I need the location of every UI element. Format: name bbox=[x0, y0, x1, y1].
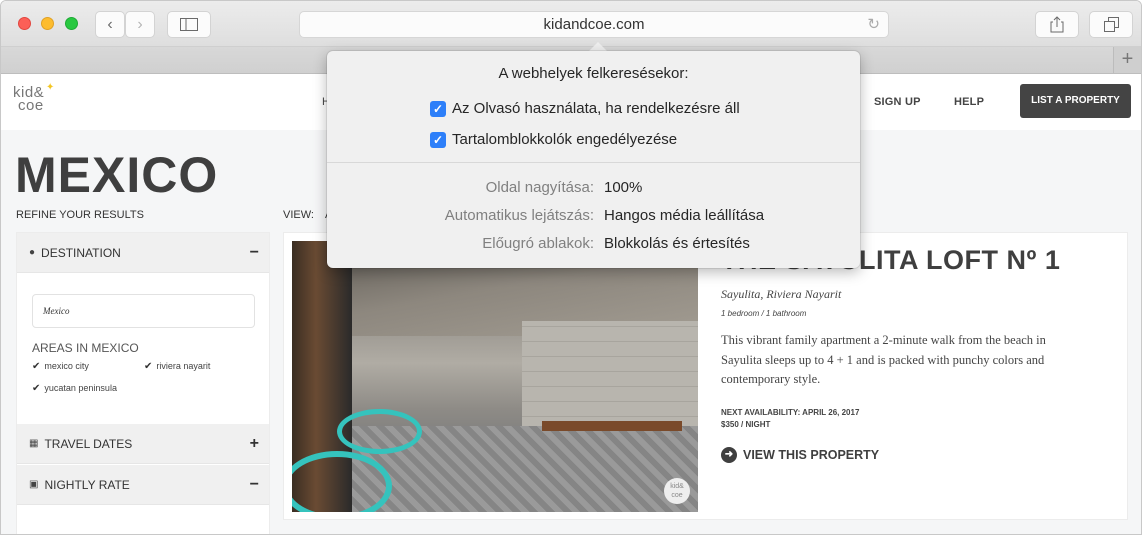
areas-title: AREAS IN MEXICO bbox=[32, 341, 139, 355]
popups-select[interactable]: Blokkolás és értesítés bbox=[604, 235, 750, 252]
reload-icon[interactable]: ↻ bbox=[867, 12, 880, 37]
view-property-label: VIEW THIS PROPERTY bbox=[743, 448, 880, 462]
minimize-window-button[interactable] bbox=[41, 17, 54, 30]
price-text: $350 / NIGHT bbox=[721, 420, 771, 429]
arrow-right-circle-icon: ➜ bbox=[721, 447, 737, 463]
view-label: VIEW: A bbox=[283, 209, 332, 221]
nightly-rate-section-header[interactable]: ▣ NIGHTLY RATE − bbox=[17, 465, 269, 505]
nav-sign-up[interactable]: SIGN UP bbox=[874, 96, 921, 108]
url-text: kidandcoe.com bbox=[543, 16, 645, 33]
page-title: MEXICO bbox=[15, 147, 219, 203]
travel-dates-label: TRAVEL DATES bbox=[44, 436, 133, 451]
photo-chair bbox=[337, 409, 422, 454]
popups-label: Előugró ablakok: bbox=[482, 235, 594, 252]
autoplay-row: Automatikus lejátszás: Hangos média leál… bbox=[327, 207, 860, 227]
calendar-icon: ▦ bbox=[29, 438, 39, 449]
refine-results-label: REFINE YOUR RESULTS bbox=[16, 209, 144, 221]
money-icon: ▣ bbox=[29, 479, 39, 490]
checkmark-icon: ✔ bbox=[32, 383, 41, 394]
autoplay-select[interactable]: Hangos média leállítása bbox=[604, 207, 764, 224]
area-checkbox-yucatan-peninsula[interactable]: ✔ yucatan peninsula bbox=[32, 383, 117, 394]
collapse-icon[interactable]: − bbox=[250, 476, 259, 494]
nav-help[interactable]: HELP bbox=[954, 96, 984, 108]
popover-divider bbox=[327, 162, 860, 163]
area-label: yucatan peninsula bbox=[44, 383, 117, 393]
nightly-rate-label: NIGHTLY RATE bbox=[44, 477, 130, 492]
chevron-left-icon: ‹ bbox=[107, 15, 113, 33]
autoplay-label: Automatikus lejátszás: bbox=[444, 207, 594, 224]
travel-dates-section-header[interactable]: ▦ TRAVEL DATES + bbox=[17, 424, 269, 464]
availability-text: NEXT AVAILABILITY: APRIL 26, 2017 bbox=[721, 408, 860, 417]
area-label: riviera nayarit bbox=[156, 361, 211, 371]
address-bar[interactable]: kidandcoe.com ↻ bbox=[299, 11, 889, 38]
zoom-window-button[interactable] bbox=[65, 17, 78, 30]
content-blockers-checkbox-row[interactable]: ✓ Tartalomblokkolók engedélyezése bbox=[430, 131, 677, 148]
view-property-link[interactable]: ➜ VIEW THIS PROPERTY bbox=[721, 447, 879, 463]
checkbox-checked-icon[interactable]: ✓ bbox=[430, 100, 446, 117]
browser-window: ‹ › kidandcoe.com ↻ + kid& coe ✦ H SIGN … bbox=[0, 0, 1142, 535]
area-label: mexico city bbox=[44, 361, 89, 371]
share-icon bbox=[1050, 16, 1064, 33]
listing-description: This vibrant family apartment a 2-minute… bbox=[721, 333, 1046, 386]
photo-wall bbox=[522, 321, 698, 431]
close-window-button[interactable] bbox=[18, 17, 31, 30]
listing-rooms: 1 bedroom / 1 bathroom bbox=[721, 309, 807, 318]
destination-label: DESTINATION bbox=[41, 245, 121, 260]
browser-toolbar: ‹ › kidandcoe.com ↻ bbox=[1, 1, 1141, 47]
back-button[interactable]: ‹ bbox=[95, 11, 125, 38]
reader-checkbox-label: Az Olvasó használata, ha rendelkezésre á… bbox=[452, 100, 740, 117]
share-button[interactable] bbox=[1035, 11, 1079, 38]
popups-row: Előugró ablakok: Blokkolás és értesítés bbox=[327, 235, 860, 255]
page-zoom-label: Oldal nagyítása: bbox=[485, 179, 594, 196]
photo-bench bbox=[542, 421, 682, 431]
checkmark-icon: ✔ bbox=[144, 361, 153, 372]
checkmark-icon: ✔ bbox=[32, 361, 41, 372]
collapse-icon[interactable]: − bbox=[250, 244, 259, 262]
popover-title: A webhelyek felkeresésekor: bbox=[498, 65, 689, 82]
listing-location: Sayulita, Riviera Nayarit bbox=[721, 287, 842, 301]
site-logo[interactable]: kid& coe ✦ bbox=[13, 82, 54, 114]
listing-photo[interactable]: kid& coe bbox=[292, 241, 698, 512]
website-settings-popover: A webhelyek felkeresésekor: ✓ Az Olvasó … bbox=[327, 51, 860, 268]
sidebar-toggle-button[interactable] bbox=[167, 11, 211, 38]
globe-icon: ● bbox=[29, 247, 36, 258]
content-blockers-checkbox-label: Tartalomblokkolók engedélyezése bbox=[452, 131, 678, 148]
reader-checkbox-row[interactable]: ✓ Az Olvasó használata, ha rendelkezésre… bbox=[430, 100, 740, 117]
area-checkbox-riviera-nayarit[interactable]: ✔ riviera nayarit bbox=[144, 361, 210, 372]
chevron-right-icon: › bbox=[137, 15, 143, 33]
tab-overview-button[interactable] bbox=[1089, 11, 1133, 38]
listing-card: kid& coe THE SAYULITA LOFT Nº 1 Sayulita… bbox=[283, 232, 1128, 520]
forward-button[interactable]: › bbox=[125, 11, 155, 38]
logo-text-bottom: coe bbox=[18, 97, 44, 114]
view-label-text: VIEW: bbox=[283, 209, 314, 221]
kidandcoe-badge: kid& coe bbox=[664, 478, 690, 504]
area-checkbox-mexico-city[interactable]: ✔ mexico city bbox=[32, 361, 89, 372]
sidebar-icon bbox=[180, 18, 198, 31]
destination-input[interactable]: Mexico bbox=[32, 294, 255, 328]
star-icon: ✦ bbox=[46, 82, 55, 93]
filter-sidebar: ● DESTINATION − Mexico AREAS IN MEXICO ✔… bbox=[16, 232, 270, 534]
page-zoom-select[interactable]: 100% bbox=[604, 179, 642, 196]
tabs-icon bbox=[1103, 17, 1119, 32]
destination-section-header[interactable]: ● DESTINATION − bbox=[17, 233, 269, 273]
new-tab-button[interactable]: + bbox=[1113, 47, 1141, 73]
checkbox-checked-icon[interactable]: ✓ bbox=[430, 131, 446, 148]
list-property-button[interactable]: LIST A PROPERTY bbox=[1020, 84, 1131, 118]
listing-availability: NEXT AVAILABILITY: APRIL 26, 2017 $350 /… bbox=[721, 407, 859, 431]
page-zoom-row: Oldal nagyítása: 100% bbox=[327, 179, 860, 199]
expand-icon[interactable]: + bbox=[250, 435, 259, 453]
